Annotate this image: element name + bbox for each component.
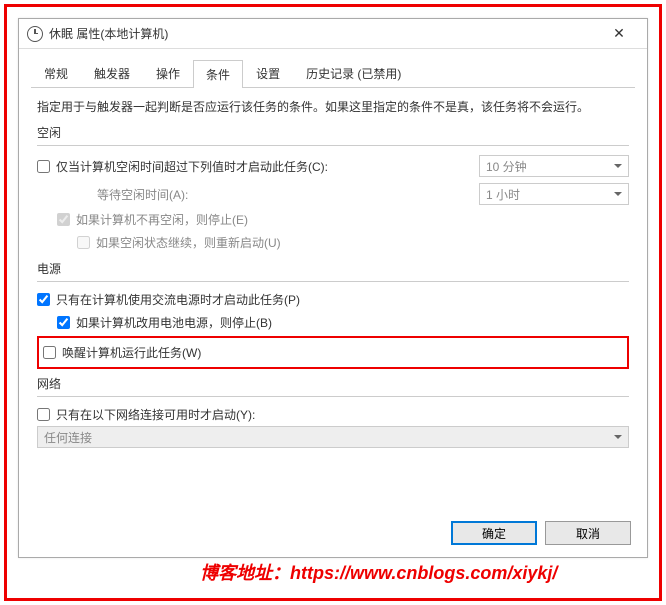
divider [37, 145, 629, 146]
power-wake-checkbox[interactable] [43, 346, 56, 359]
tab-bar: 常规 触发器 操作 条件 设置 历史记录 (已禁用) [31, 59, 635, 88]
cancel-button[interactable]: 取消 [545, 521, 631, 545]
divider [37, 281, 629, 282]
power-ac-label: 只有在计算机使用交流电源时才启动此任务(P) [56, 291, 629, 308]
power-battery-label: 如果计算机改用电池电源，则停止(B) [76, 314, 629, 331]
network-only-label: 只有在以下网络连接可用时才启动(Y): [56, 406, 629, 423]
power-battery-checkbox[interactable] [57, 316, 70, 329]
power-section: 电源 只有在计算机使用交流电源时才启动此任务(P) 如果计算机改用电池电源，则停… [37, 258, 629, 369]
idle-stop-checkbox [57, 213, 70, 226]
idle-wait-select: 1 小时 [479, 183, 629, 205]
power-wake-row: 唤醒计算机运行此任务(W) [43, 341, 623, 364]
description-text: 指定用于与触发器一起判断是否应运行该任务的条件。如果这里指定的条件不是真，该任务… [37, 98, 629, 116]
watermark-text: 博客地址：https://www.cnblogs.com/xiykj/ [200, 559, 557, 585]
network-only-row: 只有在以下网络连接可用时才启动(Y): [37, 403, 629, 426]
dialog-buttons: 确定 取消 [451, 521, 631, 545]
idle-stop-row: 如果计算机不再空闲，则停止(E) [37, 208, 629, 231]
window-title: 休眠 属性(本地计算机) [49, 25, 599, 42]
power-wake-label: 唤醒计算机运行此任务(W) [62, 344, 623, 361]
power-battery-row: 如果计算机改用电池电源，则停止(B) [37, 311, 629, 334]
idle-section: 空闲 仅当计算机空闲时间超过下列值时才启动此任务(C): 10 分钟 等待空闲时… [37, 122, 629, 254]
clock-icon [27, 26, 43, 42]
tab-content: 指定用于与触发器一起判断是否应运行该任务的条件。如果这里指定的条件不是真，该任务… [19, 88, 647, 462]
power-ac-row: 只有在计算机使用交流电源时才启动此任务(P) [37, 288, 629, 311]
ok-button[interactable]: 确定 [451, 521, 537, 545]
network-section: 网络 只有在以下网络连接可用时才启动(Y): 任何连接 [37, 373, 629, 448]
tab-conditions[interactable]: 条件 [193, 60, 243, 88]
network-connection-select: 任何连接 [37, 426, 629, 448]
idle-stop-label: 如果计算机不再空闲，则停止(E) [76, 211, 629, 228]
idle-start-row: 仅当计算机空闲时间超过下列值时才启动此任务(C): 10 分钟 [37, 152, 629, 180]
idle-restart-label: 如果空闲状态继续，则重新启动(U) [96, 234, 629, 251]
tab-general[interactable]: 常规 [31, 59, 81, 87]
tab-actions[interactable]: 操作 [143, 59, 193, 87]
power-ac-checkbox[interactable] [37, 293, 50, 306]
tab-settings[interactable]: 设置 [243, 59, 293, 87]
idle-wait-row: 等待空闲时间(A): 1 小时 [37, 180, 629, 208]
network-title: 网络 [37, 373, 629, 394]
power-title: 电源 [37, 258, 629, 279]
tab-history[interactable]: 历史记录 (已禁用) [293, 59, 414, 87]
properties-dialog: 休眠 属性(本地计算机) ✕ 常规 触发器 操作 条件 设置 历史记录 (已禁用… [18, 18, 648, 558]
idle-wait-label: 等待空闲时间(A): [57, 186, 479, 203]
close-icon[interactable]: ✕ [599, 25, 639, 42]
divider [37, 396, 629, 397]
idle-restart-row: 如果空闲状态继续，则重新启动(U) [37, 231, 629, 254]
network-only-checkbox[interactable] [37, 408, 50, 421]
idle-title: 空闲 [37, 122, 629, 143]
tab-triggers[interactable]: 触发器 [81, 59, 143, 87]
wake-highlight: 唤醒计算机运行此任务(W) [37, 336, 629, 369]
titlebar: 休眠 属性(本地计算机) ✕ [19, 19, 647, 49]
idle-start-label: 仅当计算机空闲时间超过下列值时才启动此任务(C): [56, 158, 479, 175]
idle-restart-checkbox [77, 236, 90, 249]
idle-duration-select[interactable]: 10 分钟 [479, 155, 629, 177]
idle-start-checkbox[interactable] [37, 160, 50, 173]
